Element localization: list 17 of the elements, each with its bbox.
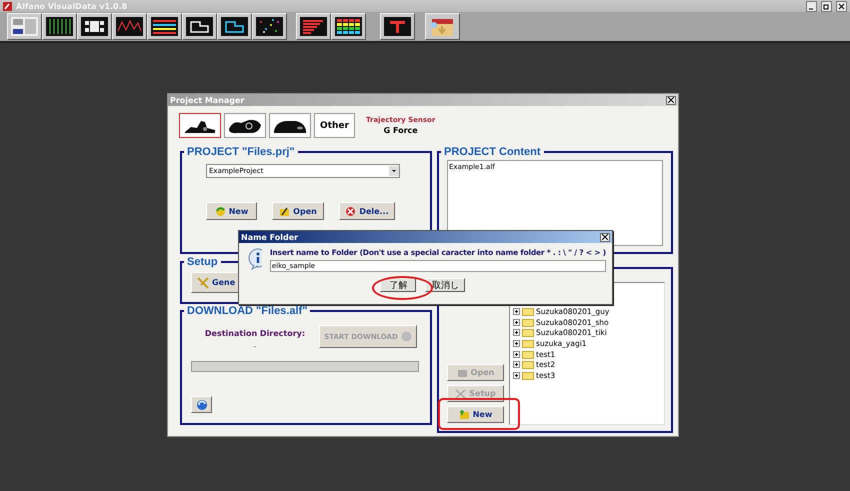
destination-value: - (254, 342, 256, 351)
destination-label: Destination Directory: (204, 329, 306, 338)
window-title: Project Manager (170, 96, 244, 104)
panel-title: PROJECT Content (443, 146, 542, 158)
panel-title: DOWNLOAD "Files.alf" (186, 305, 308, 317)
panel-title: PROJECT "Files.prj" (186, 146, 296, 158)
dialog-title: Name Folder (241, 232, 298, 242)
sensor-value: G Force (384, 126, 418, 135)
dialog-button[interactable]: 了解 (380, 278, 416, 292)
panel-title: Setup (186, 256, 219, 268)
vehicle-button[interactable]: Other (314, 113, 355, 138)
project-button[interactable]: New (206, 202, 257, 220)
dialog-button[interactable]: 取消し (425, 278, 466, 292)
project-button[interactable]: Dele... (339, 202, 395, 220)
app-title: Alfano VisualData v1.0.8 (16, 2, 128, 10)
folder-button[interactable]: New (447, 406, 504, 423)
project-button[interactable]: Open (272, 202, 324, 220)
